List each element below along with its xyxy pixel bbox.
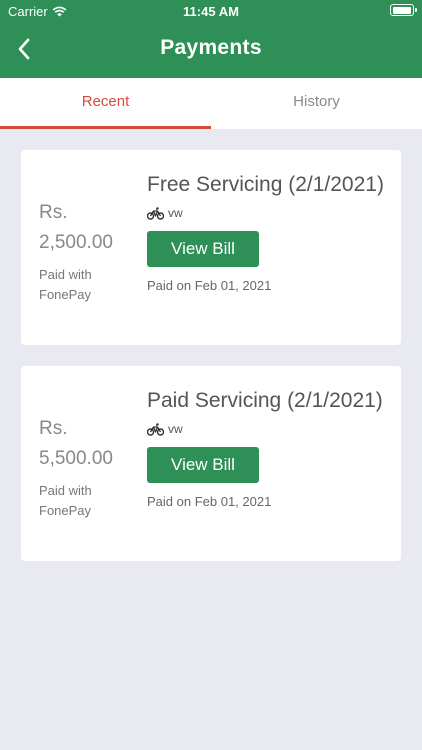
currency-label: Rs. (39, 418, 68, 439)
payment-method: Paid with FonePay (39, 267, 92, 302)
service-title: Paid Servicing (2/1/2021) (147, 389, 383, 412)
page-title: Payments (160, 36, 262, 59)
payment-amount-block: Rs. 2,500.00 Paid with FonePay (39, 200, 119, 305)
bicycle-icon (147, 206, 164, 220)
payment-amount: 2,500.00 (39, 232, 113, 253)
vehicle-info: vw (147, 420, 387, 438)
service-title: Free Servicing (2/1/2021) (147, 173, 384, 196)
battery-fill (392, 6, 411, 14)
vehicle-name: vw (168, 422, 183, 436)
tab-history[interactable]: History (211, 78, 422, 129)
payment-card: Rs. 2,500.00 Paid with FonePay Free Serv… (21, 150, 401, 345)
status-time: 11:45 AM (183, 4, 239, 19)
paid-on-date: Paid on Feb 01, 2021 (147, 278, 272, 293)
tab-bar: Recent History (0, 78, 422, 129)
payment-card: Rs. 5,500.00 Paid with FonePay Paid Serv… (21, 366, 401, 561)
vehicle-name: vw (168, 206, 183, 220)
payment-amount: 5,500.00 (39, 448, 113, 469)
tab-recent[interactable]: Recent (0, 78, 211, 129)
payment-details: Free Servicing (2/1/2021) vw View Bill P… (147, 170, 387, 293)
currency-label: Rs. (39, 202, 68, 223)
app-header: Carrier 11:45 AM Payments (0, 0, 422, 78)
view-bill-button[interactable]: View Bill (147, 447, 259, 483)
status-bar: Carrier 11:45 AM (0, 0, 422, 22)
payment-details: Paid Servicing (2/1/2021) vw View Bill P… (147, 386, 387, 509)
bicycle-icon (147, 422, 164, 436)
payment-amount-block: Rs. 5,500.00 Paid with FonePay (39, 416, 119, 521)
view-bill-button[interactable]: View Bill (147, 231, 259, 267)
paid-on-date: Paid on Feb 01, 2021 (147, 494, 272, 509)
payment-method: Paid with FonePay (39, 483, 92, 518)
battery-icon (390, 4, 417, 16)
vehicle-info: vw (147, 204, 387, 222)
